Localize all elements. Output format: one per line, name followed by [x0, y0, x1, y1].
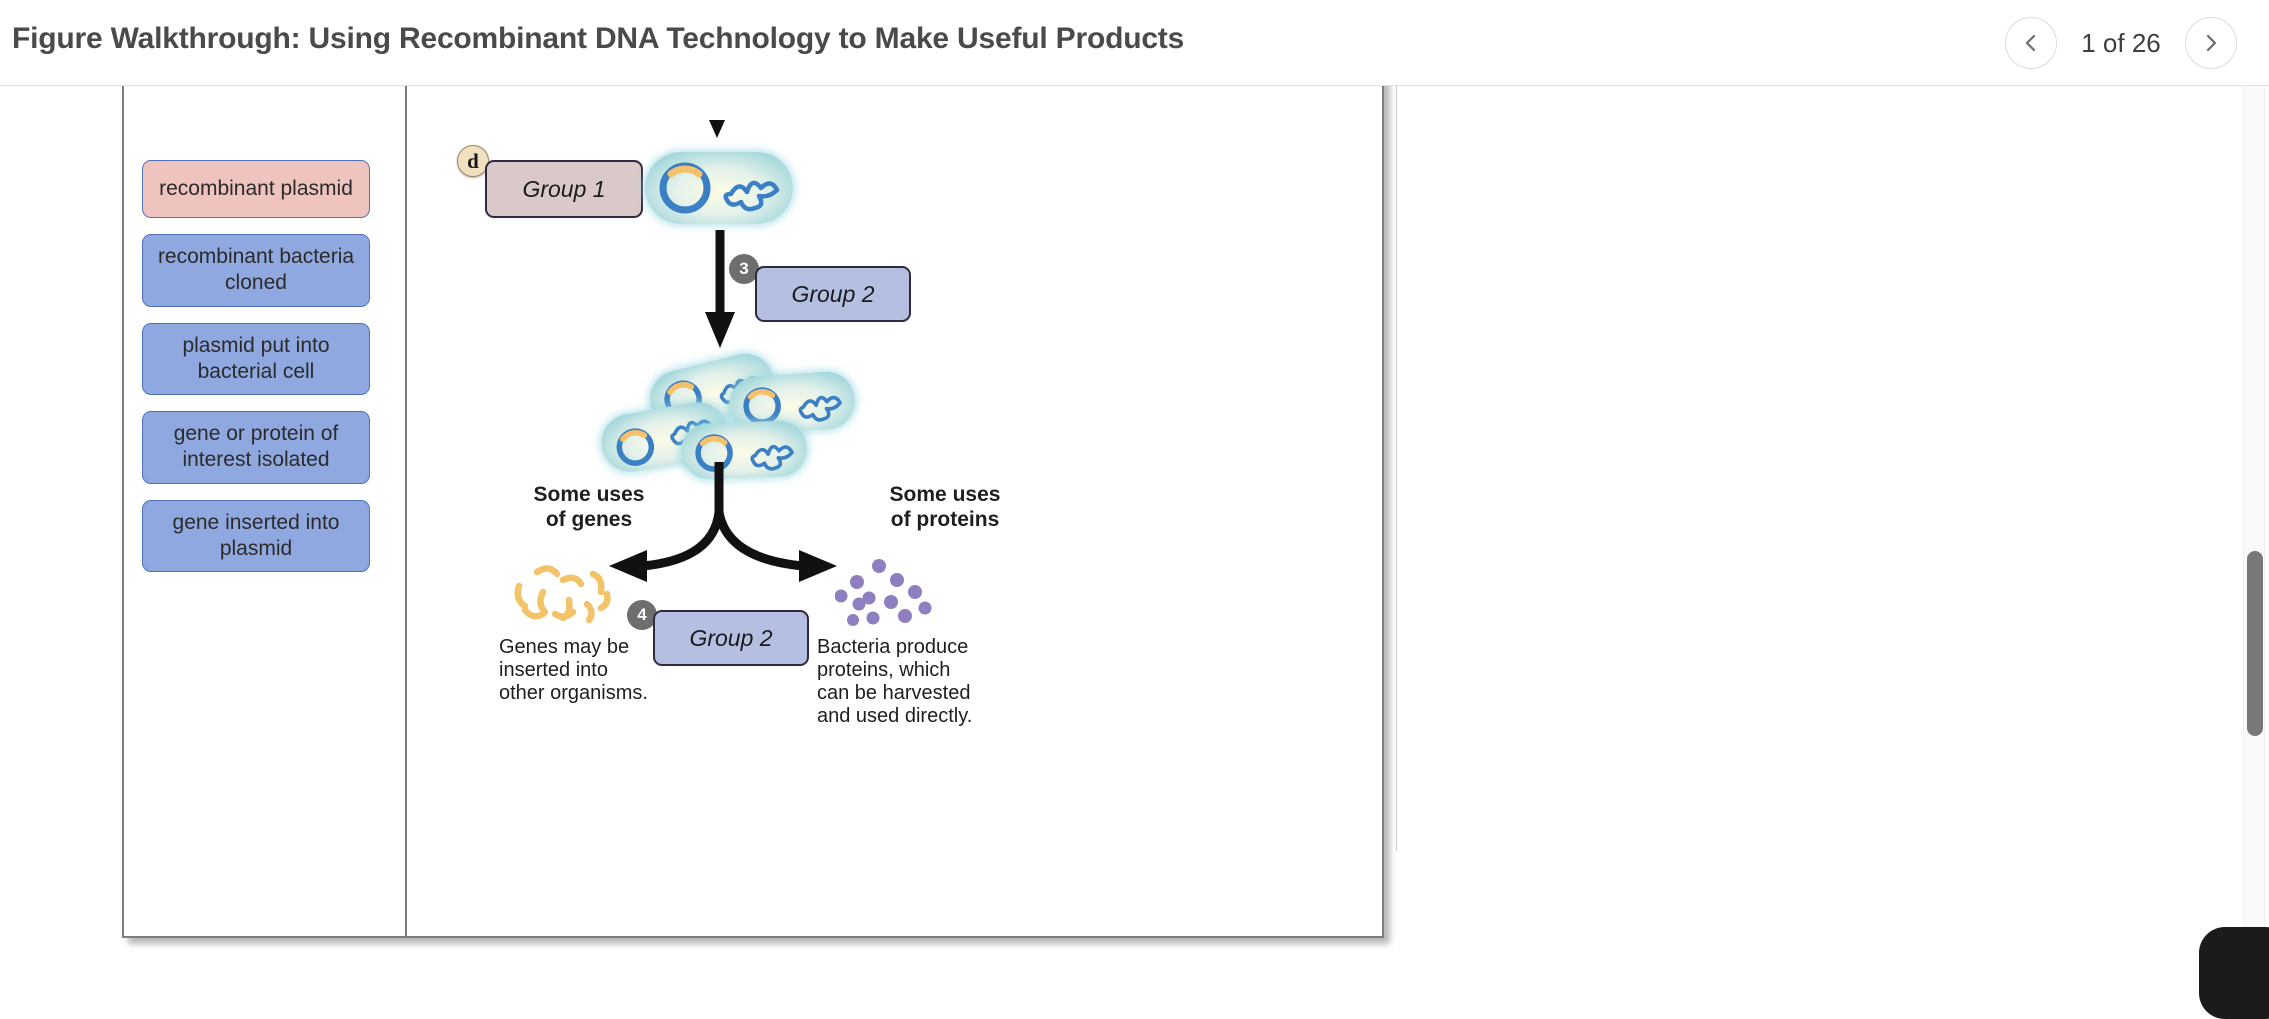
dropzone-group-2-step4[interactable]: Group 2	[653, 610, 809, 666]
drag-label-gene-or-protein-of-interest-isolated[interactable]: gene or protein of interest isolated	[142, 411, 370, 484]
right-panel-divider	[1396, 86, 1397, 851]
drag-label-recombinant-bacteria-cloned[interactable]: recombinant bacteria cloned	[142, 234, 370, 307]
drag-label-text: plasmid put into bacterial cell	[182, 333, 330, 383]
heading-some-uses-of-genes: Some uses of genes	[533, 483, 645, 532]
vertical-scrollbar-thumb[interactable]	[2247, 551, 2263, 736]
next-page-button[interactable]	[2185, 17, 2237, 69]
caption-proteins-use: Bacteria produce proteins, which can be …	[817, 636, 973, 727]
dropzone-group-1[interactable]: Group 1	[485, 160, 643, 218]
drag-label-text: gene or protein of interest isolated	[173, 422, 339, 472]
app-header: Figure Walkthrough: Using Recombinant DN…	[0, 0, 2269, 86]
pagination-controls: 1 of 26	[2005, 12, 2237, 74]
vertical-scrollbar-track[interactable]	[2243, 86, 2265, 941]
drag-label-text: recombinant bacteria cloned	[157, 245, 355, 295]
figure-diagram-area: d Group 1 3 Group 2 Some uses of genes G…	[407, 86, 1382, 936]
corner-widget[interactable]	[2199, 927, 2269, 1019]
drag-label-plasmid-put-into-bacterial-cell[interactable]: plasmid put into bacterial cell	[142, 322, 370, 395]
drag-label-column: recombinant plasmid recombinant bacteria…	[124, 86, 407, 936]
protein-molecules-icon	[835, 559, 932, 626]
drag-label-text: recombinant plasmid	[159, 176, 353, 200]
figure-canvas: d Group 1 3 Group 2 Some uses of genes G…	[407, 86, 1382, 936]
bacterium-with-recombinant-plasmid	[645, 152, 793, 224]
chevron-right-icon	[2200, 32, 2222, 54]
page-title: Figure Walkthrough: Using Recombinant DN…	[12, 22, 1185, 55]
activity-scroll-region[interactable]: recombinant plasmid recombinant bacteria…	[0, 86, 2269, 997]
chevron-left-icon	[2020, 32, 2042, 54]
drag-label-recombinant-plasmid[interactable]: recombinant plasmid	[142, 160, 370, 218]
drag-label-text: gene inserted into plasmid	[172, 510, 340, 560]
drag-label-stack: recombinant plasmid recombinant bacteria…	[142, 160, 370, 572]
arrow-down-to-colony-icon	[705, 230, 735, 348]
previous-page-button[interactable]	[2005, 17, 2057, 69]
gene-fragments-icon	[514, 565, 611, 624]
heading-some-uses-of-proteins: Some uses of proteins	[889, 483, 1001, 532]
dropzone-group-2-step3[interactable]: Group 2	[755, 266, 911, 322]
drag-label-gene-inserted-into-plasmid[interactable]: gene inserted into plasmid	[142, 499, 370, 572]
page-indicator: 1 of 26	[2081, 27, 2161, 58]
activity-card: recombinant plasmid recombinant bacteria…	[122, 86, 1384, 938]
